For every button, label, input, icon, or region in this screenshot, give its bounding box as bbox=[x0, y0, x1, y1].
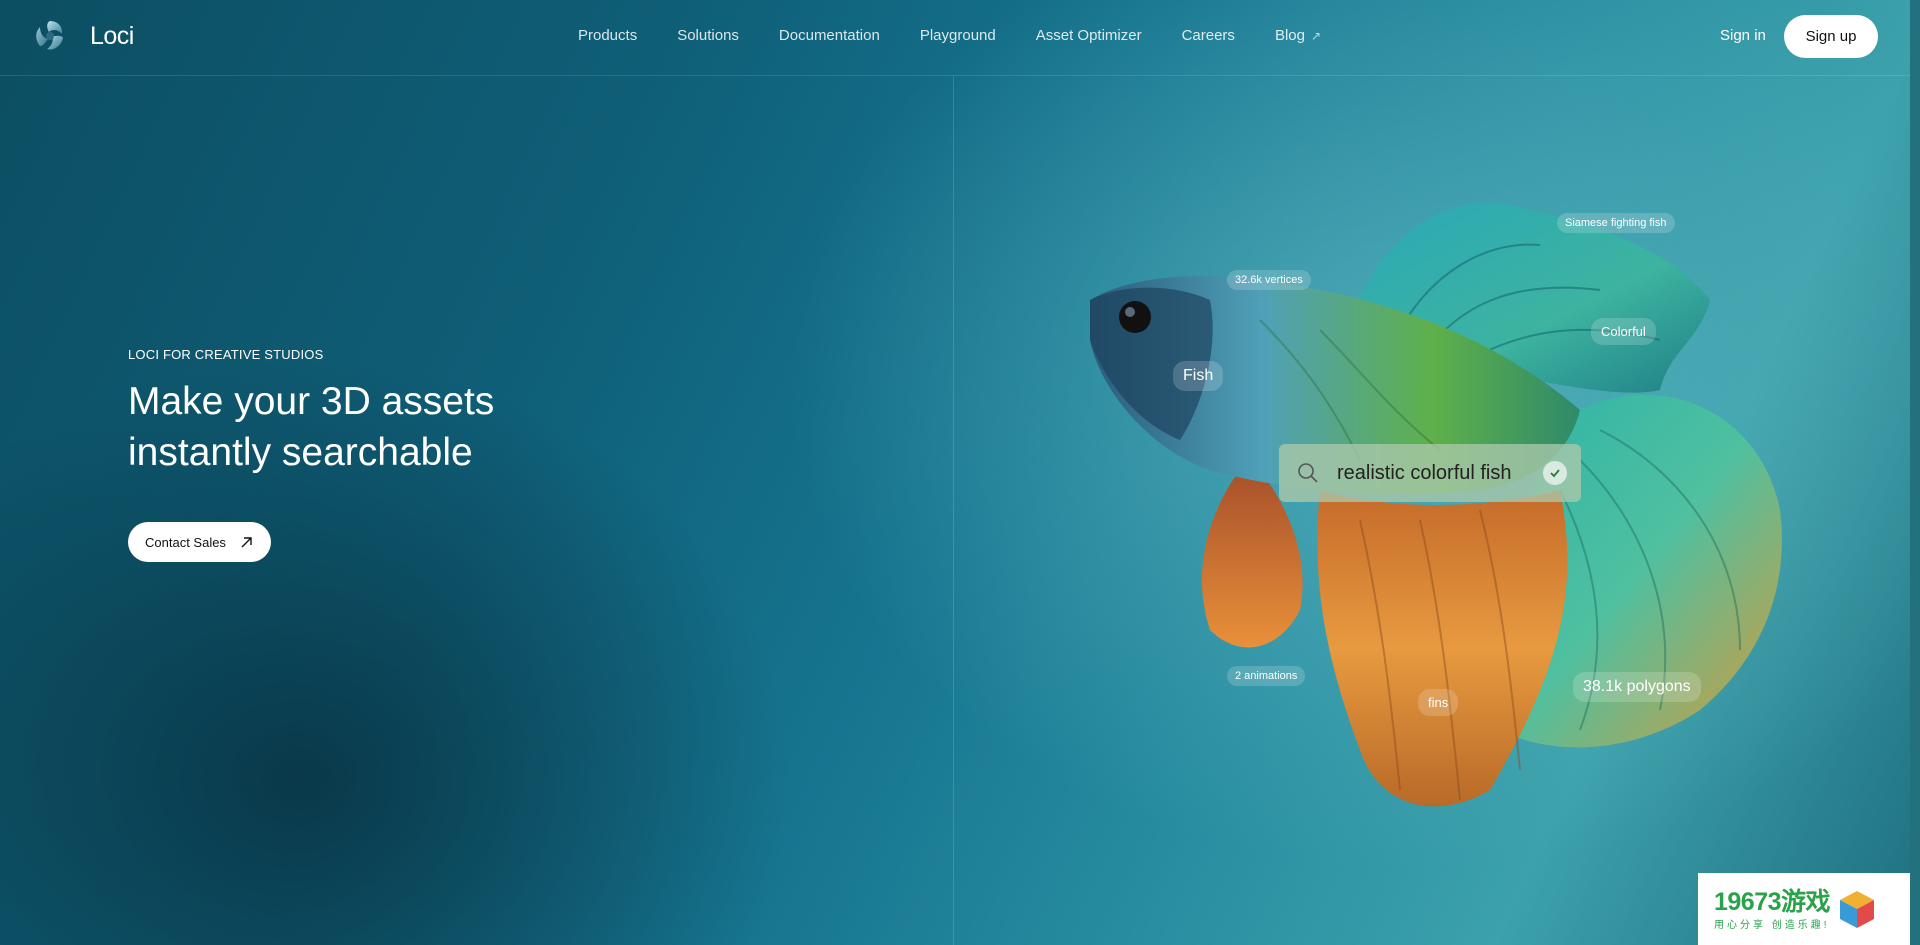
tag-polygons: 38.1k polygons bbox=[1573, 672, 1701, 702]
sign-up-button[interactable]: Sign up bbox=[1784, 15, 1878, 58]
tag-vertices: 32.6k vertices bbox=[1227, 270, 1311, 290]
search-query-pill: realistic colorful fish bbox=[1279, 444, 1581, 502]
tag-colorful: Colorful bbox=[1591, 318, 1656, 345]
hero-eyebrow: LOCI FOR CREATIVE STUDIOS bbox=[128, 347, 324, 362]
scrollbar[interactable] bbox=[1910, 0, 1920, 945]
external-arrow-icon: ↗ bbox=[1310, 28, 1322, 43]
betta-fish-illustration bbox=[1090, 203, 1782, 807]
badge-title: 19673游戏 bbox=[1714, 887, 1831, 916]
headline-line-1: Make your 3D assets bbox=[128, 380, 495, 423]
nav-documentation[interactable]: Documentation bbox=[779, 27, 880, 44]
watermark-badge: 19673游戏 用心分享 创造乐趣! bbox=[1698, 873, 1910, 945]
tag-fish: Fish bbox=[1173, 361, 1224, 391]
search-icon bbox=[1298, 463, 1318, 483]
section-divider bbox=[953, 76, 954, 945]
nav-solutions[interactable]: Solutions bbox=[677, 27, 739, 44]
arrow-up-right-icon bbox=[241, 536, 252, 547]
nav-blog[interactable]: Blog ↗ bbox=[1275, 27, 1321, 44]
logo[interactable]: Loci bbox=[32, 18, 134, 54]
check-icon bbox=[1543, 461, 1567, 485]
site-header: Loci Products Solutions Documentation Pl… bbox=[0, 0, 1910, 76]
tag-fins: fins bbox=[1418, 689, 1459, 716]
nav-products[interactable]: Products bbox=[578, 27, 637, 44]
loci-logo-icon bbox=[36, 21, 63, 50]
sign-in-link[interactable]: Sign in bbox=[1720, 27, 1766, 44]
nav-playground[interactable]: Playground bbox=[920, 27, 996, 44]
cube-icon bbox=[1840, 891, 1875, 928]
badge-text: 19673游戏 用心分享 创造乐趣! bbox=[1714, 887, 1831, 931]
search-query-text: realistic colorful fish bbox=[1337, 461, 1512, 484]
headline-line-2: instantly searchable bbox=[128, 431, 473, 474]
tag-species: Siamese fighting fish bbox=[1557, 213, 1675, 233]
hero-headline: Make your 3D assets instantly searchable bbox=[128, 376, 648, 478]
tag-animations: 2 animations bbox=[1227, 666, 1306, 686]
badge-subtitle: 用心分享 创造乐趣! bbox=[1714, 919, 1830, 931]
nav-asset-optimizer[interactable]: Asset Optimizer bbox=[1036, 27, 1142, 44]
contact-sales-label: Contact Sales bbox=[145, 534, 226, 550]
nav-careers[interactable]: Careers bbox=[1182, 27, 1235, 44]
main-nav: Products Solutions Documentation Playgro… bbox=[578, 27, 1321, 44]
nav-blog-label: Blog bbox=[1274, 27, 1305, 44]
brand-name: Loci bbox=[90, 21, 134, 50]
contact-sales-button[interactable]: Contact Sales bbox=[128, 522, 271, 562]
